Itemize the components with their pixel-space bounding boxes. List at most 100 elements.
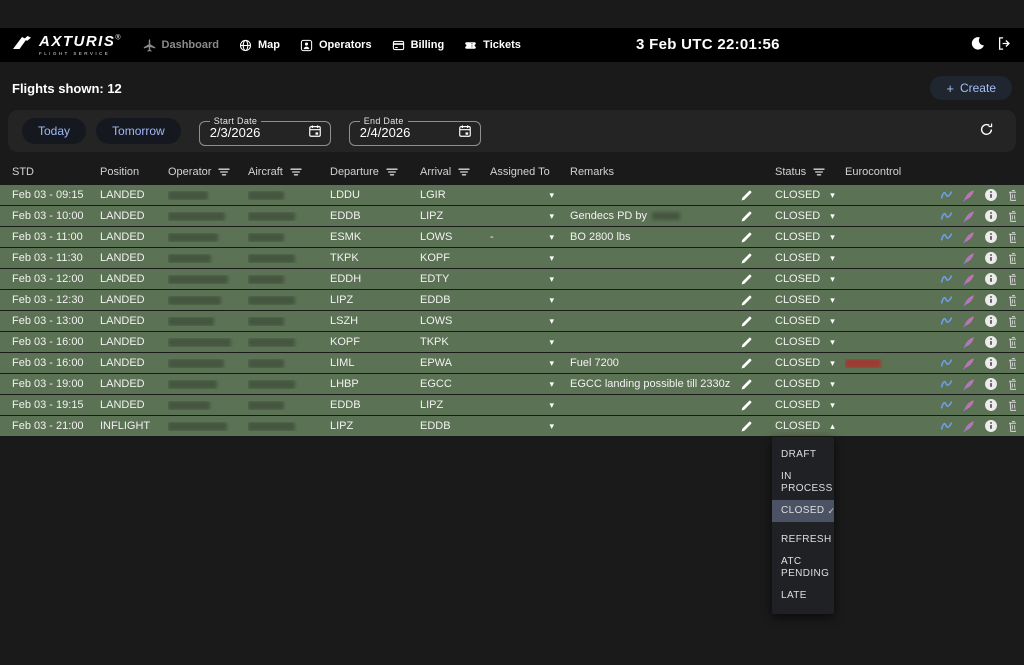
table-row[interactable]: Feb 03 - 12:30LANDEDLIPZEDDB▾CLOSED▾ [0, 290, 1024, 310]
edit-remarks-pencil-icon[interactable] [740, 294, 753, 307]
quill-button[interactable] [962, 315, 975, 328]
edit-remarks-pencil-icon[interactable] [740, 336, 753, 349]
filter-icon[interactable] [290, 167, 302, 177]
status-cell[interactable]: CLOSED▾ [775, 273, 845, 285]
table-row[interactable]: Feb 03 - 16:00LANDEDLIMLEPWA▾Fuel 7200CL… [0, 353, 1024, 373]
status-cell[interactable]: CLOSED▾ [775, 378, 845, 390]
quill-button[interactable] [962, 336, 975, 349]
table-row[interactable]: Feb 03 - 16:00LANDEDKOPFTKPK▾CLOSED▾ [0, 332, 1024, 352]
filter-icon[interactable] [813, 167, 825, 177]
chevron-down-icon[interactable]: ▾ [549, 359, 554, 368]
quill-button[interactable] [962, 420, 975, 433]
trash-button[interactable] [1007, 420, 1016, 433]
signature-button[interactable] [940, 189, 953, 202]
chevron-down-icon[interactable]: ▾ [549, 233, 554, 242]
quill-button[interactable] [962, 231, 975, 244]
chevron-down-icon[interactable]: ▾ [830, 338, 835, 347]
edit-remarks-pencil-icon[interactable] [740, 210, 753, 223]
chevron-down-icon[interactable]: ▾ [830, 296, 835, 305]
end-date-calendar-button[interactable] [458, 124, 472, 141]
chevron-down-icon[interactable]: ▾ [549, 401, 554, 410]
quill-button[interactable] [962, 210, 975, 223]
chevron-up-icon[interactable]: ▴ [830, 422, 835, 431]
table-row[interactable]: Feb 03 - 19:15LANDEDEDDBLIPZ▾CLOSED▾ [0, 395, 1024, 415]
info-button[interactable] [984, 209, 998, 223]
status-menu-item-in-process[interactable]: IN PROCESS [772, 466, 834, 500]
trash-button[interactable] [1007, 357, 1016, 370]
chevron-down-icon[interactable]: ▾ [830, 380, 835, 389]
chevron-down-icon[interactable]: ▾ [549, 191, 554, 200]
chevron-down-icon[interactable]: ▾ [830, 212, 835, 221]
trash-button[interactable] [1007, 378, 1016, 391]
table-row[interactable]: Feb 03 - 10:00LANDEDEDDBLIPZ▾Gendecs PD … [0, 206, 1024, 226]
table-row[interactable]: Feb 03 - 19:00LANDEDLHBPEGCC▾EGCC landin… [0, 374, 1024, 394]
table-row[interactable]: Feb 03 - 21:00INFLIGHTLIPZEDDB▾CLOSED▴ [0, 416, 1024, 436]
filter-icon[interactable] [386, 167, 398, 177]
edit-remarks-pencil-icon[interactable] [740, 420, 753, 433]
signature-button[interactable] [940, 273, 953, 286]
signature-button[interactable] [940, 357, 953, 370]
today-button[interactable]: Today [22, 118, 86, 144]
chevron-down-icon[interactable]: ▾ [549, 275, 554, 284]
chevron-down-icon[interactable]: ▾ [830, 191, 835, 200]
chevron-down-icon[interactable]: ▾ [549, 212, 554, 221]
info-button[interactable] [984, 398, 998, 412]
status-menu-item-late[interactable]: LATE [772, 585, 834, 607]
chevron-down-icon[interactable]: ▾ [830, 317, 835, 326]
status-cell[interactable]: CLOSED▾ [775, 231, 845, 243]
info-button[interactable] [984, 419, 998, 433]
signature-button[interactable] [940, 420, 953, 433]
signature-button[interactable] [940, 315, 953, 328]
status-cell[interactable]: CLOSED▾ [775, 336, 845, 348]
nav-item-operators[interactable]: Operators [300, 39, 372, 52]
trash-button[interactable] [1007, 189, 1016, 202]
chevron-down-icon[interactable]: ▾ [549, 380, 554, 389]
filter-icon[interactable] [218, 167, 230, 177]
edit-remarks-pencil-icon[interactable] [740, 399, 753, 412]
filter-icon[interactable] [458, 167, 470, 177]
nav-item-map[interactable]: Map [239, 39, 280, 52]
nav-item-tickets[interactable]: Tickets [464, 39, 521, 52]
create-button[interactable]: + Create [930, 76, 1012, 100]
edit-remarks-pencil-icon[interactable] [740, 315, 753, 328]
chevron-down-icon[interactable]: ▾ [830, 359, 835, 368]
status-cell[interactable]: CLOSED▾ [775, 294, 845, 306]
info-button[interactable] [984, 272, 998, 286]
status-menu-item-refresh[interactable]: REFRESH [772, 529, 834, 551]
chevron-down-icon[interactable]: ▾ [830, 401, 835, 410]
quill-button[interactable] [962, 294, 975, 307]
edit-remarks-pencil-icon[interactable] [740, 273, 753, 286]
signature-button[interactable] [940, 231, 953, 244]
quill-button[interactable] [962, 189, 975, 202]
info-button[interactable] [984, 314, 998, 328]
edit-remarks-pencil-icon[interactable] [740, 189, 753, 202]
quill-button[interactable] [962, 399, 975, 412]
nav-item-dashboard[interactable]: Dashboard [143, 39, 219, 52]
trash-button[interactable] [1007, 273, 1016, 286]
start-date-input[interactable] [210, 125, 288, 140]
end-date-input[interactable] [360, 125, 438, 140]
signature-button[interactable] [940, 210, 953, 223]
status-cell[interactable]: CLOSED▾ [775, 189, 845, 201]
trash-button[interactable] [1007, 336, 1016, 349]
chevron-down-icon[interactable]: ▾ [549, 317, 554, 326]
status-cell[interactable]: CLOSED▴ [775, 420, 845, 432]
status-cell[interactable]: CLOSED▾ [775, 399, 845, 411]
refresh-button[interactable] [979, 122, 994, 140]
logout-button[interactable] [997, 36, 1012, 54]
signature-button[interactable] [940, 294, 953, 307]
info-button[interactable] [984, 335, 998, 349]
theme-toggle-button[interactable] [970, 36, 985, 54]
edit-remarks-pencil-icon[interactable] [740, 252, 753, 265]
quill-button[interactable] [962, 378, 975, 391]
nav-item-billing[interactable]: Billing [392, 39, 445, 52]
edit-remarks-pencil-icon[interactable] [740, 378, 753, 391]
chevron-down-icon[interactable]: ▾ [549, 254, 554, 263]
edit-remarks-pencil-icon[interactable] [740, 231, 753, 244]
status-menu-item-atc-pending[interactable]: ATC PENDING [772, 551, 834, 585]
status-cell[interactable]: CLOSED▾ [775, 210, 845, 222]
edit-remarks-pencil-icon[interactable] [740, 357, 753, 370]
chevron-down-icon[interactable]: ▾ [549, 422, 554, 431]
info-button[interactable] [984, 356, 998, 370]
quill-button[interactable] [962, 357, 975, 370]
